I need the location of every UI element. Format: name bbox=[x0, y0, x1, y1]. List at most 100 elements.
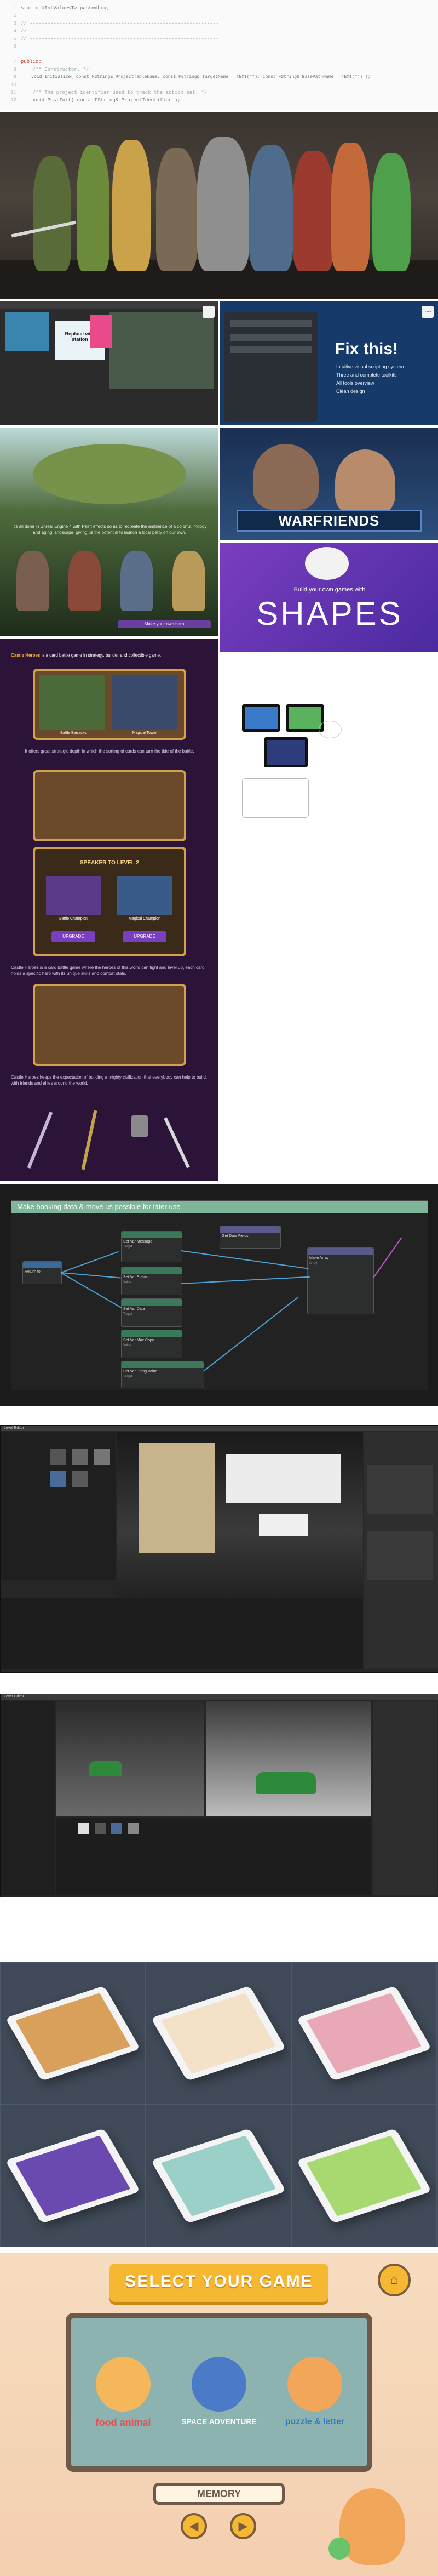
node-header bbox=[122, 1267, 182, 1274]
blueprint-node[interactable]: Get Data Fields bbox=[220, 1226, 281, 1249]
code-line: 4// ... bbox=[13, 29, 39, 34]
scene-object bbox=[259, 1514, 308, 1536]
hero-card-label: Battle Champion bbox=[59, 917, 88, 921]
blueprint-node[interactable]: Set Var Max Copy Value bbox=[121, 1330, 182, 1358]
blueprint-node[interactable]: Make Array Array bbox=[307, 1247, 374, 1314]
gallery-cell bbox=[0, 1962, 146, 2105]
node-header bbox=[122, 1330, 182, 1337]
editor-screenshot: Replace with station bbox=[0, 301, 218, 425]
sketch-icons bbox=[237, 828, 313, 838]
game-tile[interactable]: food animal bbox=[82, 2340, 164, 2444]
arrow-right-icon[interactable]: ▶ bbox=[230, 2513, 256, 2539]
code-panel: 1 static UIntValue<T> passwdbox; 2 3// --… bbox=[0, 0, 438, 110]
blueprint-banner: Make booking data & move us possible for… bbox=[11, 1201, 428, 1213]
game-mode-label[interactable]: MEMORY bbox=[153, 2483, 285, 2505]
ui-bar bbox=[230, 334, 312, 341]
blueprint-node[interactable]: Set Var Message Target bbox=[121, 1231, 182, 1262]
code-line: 11 /** The project identifier used to tr… bbox=[10, 90, 208, 95]
board-label: Battle Barracks bbox=[60, 731, 87, 735]
asset-thumbnail[interactable] bbox=[111, 1823, 122, 1834]
details-panel bbox=[373, 1701, 437, 1895]
node-pin-label: Target bbox=[123, 1375, 132, 1378]
ball-prop bbox=[328, 2538, 350, 2560]
tablet-device bbox=[296, 1986, 432, 2081]
viewport-left[interactable] bbox=[56, 1701, 204, 1816]
card-game-paragraph: Castle Heroes is a card battle game wher… bbox=[11, 965, 205, 976]
content-browser bbox=[56, 1818, 371, 1895]
character-figure bbox=[77, 145, 110, 271]
tournament-panel bbox=[33, 984, 186, 1066]
select-game-banner: SELECT YOUR GAME bbox=[110, 2264, 328, 2302]
node-title: Set Var Status bbox=[123, 1275, 148, 1279]
kitchen-cabinet bbox=[139, 1443, 215, 1553]
game-tile[interactable]: puzzle & letter bbox=[274, 2340, 356, 2444]
card-game-text: is a card battle game in strategy, build… bbox=[41, 653, 162, 658]
code-line: 3// ------------------------------------… bbox=[13, 21, 219, 26]
game-board: food animal SPACE ADVENTURE puzzle & let… bbox=[66, 2313, 372, 2472]
editor-tab[interactable]: Level Editor bbox=[4, 1426, 24, 1430]
asset-thumbnail[interactable] bbox=[128, 1823, 139, 1834]
upgrade-button[interactable]: UPGRADE bbox=[51, 931, 95, 942]
upgrade-button[interactable]: UPGRADE bbox=[123, 931, 166, 942]
hero-figure bbox=[172, 551, 205, 611]
blueprint-wire bbox=[203, 1296, 299, 1372]
node-title: Make Array bbox=[309, 1256, 329, 1260]
warfriends-panel: WARFRIENDS bbox=[220, 428, 438, 540]
ue-logo-icon: Unreal bbox=[422, 306, 434, 318]
food-animal-mascot bbox=[96, 2357, 151, 2412]
asset-thumbnail[interactable] bbox=[50, 1449, 66, 1465]
viewport-right[interactable] bbox=[206, 1701, 371, 1816]
blueprint-graph: Make booking data & move us possible for… bbox=[11, 1200, 428, 1390]
asset-thumbnail[interactable] bbox=[72, 1449, 88, 1465]
tablet-device bbox=[264, 737, 308, 767]
code-line: 1 static UIntValue<T> passwdbox; bbox=[13, 5, 110, 11]
asset-thumbnail[interactable] bbox=[72, 1471, 88, 1487]
tablet-screen bbox=[267, 740, 305, 765]
node-title: Set Var Data bbox=[123, 1307, 145, 1311]
warfriends-logo: WARFRIENDS bbox=[237, 510, 422, 532]
editor-toolbar bbox=[0, 301, 218, 309]
hero-figure bbox=[120, 551, 153, 611]
viewport[interactable] bbox=[117, 1432, 363, 1597]
asset-thumbnail[interactable] bbox=[78, 1823, 89, 1834]
tablet-device bbox=[151, 2128, 286, 2224]
code-line: 9 void Initialize( const FString& Projec… bbox=[14, 75, 371, 79]
hero-roster bbox=[33, 770, 186, 841]
tablet-screen bbox=[289, 707, 321, 729]
space-mascot bbox=[192, 2357, 246, 2412]
sword-weapon-icon bbox=[164, 1117, 190, 1169]
node-header bbox=[122, 1232, 182, 1238]
node-header bbox=[23, 1262, 61, 1268]
upgrade-panel: SPEAKER TO LEVEL 2 Battle Champion Magic… bbox=[33, 847, 186, 956]
blueprint-node[interactable]: Set Var String Value Target bbox=[121, 1361, 204, 1388]
properties-table bbox=[367, 1465, 433, 1514]
game-name: SPACE ADVENTURE bbox=[181, 2417, 257, 2426]
blueprint-node[interactable]: Set Var Data Target bbox=[121, 1298, 182, 1327]
hero-card bbox=[46, 876, 101, 915]
tablet-screen bbox=[160, 2135, 276, 2216]
shapes-mascot bbox=[305, 547, 349, 580]
level-editor-2: Level Editor bbox=[0, 1694, 438, 1897]
card-game-intro: Castle Heroes is a card battle game in s… bbox=[11, 652, 208, 658]
arrow-left-icon[interactable]: ◀ bbox=[181, 2513, 207, 2539]
home-button[interactable]: ⌂ bbox=[378, 2264, 411, 2296]
tablet-screen bbox=[306, 1993, 422, 2074]
asset-thumbnail[interactable] bbox=[50, 1471, 66, 1487]
car-model bbox=[256, 1772, 316, 1794]
hero-figure bbox=[68, 551, 101, 611]
editor-tab[interactable]: Level Editor bbox=[4, 1695, 24, 1699]
tablet-device bbox=[296, 2128, 432, 2224]
character-figure bbox=[249, 145, 293, 271]
moba-tag: Make your own hero bbox=[118, 620, 211, 628]
game-tile[interactable]: SPACE ADVENTURE bbox=[178, 2340, 260, 2444]
character-portrait bbox=[253, 444, 319, 510]
blueprint-node[interactable]: Set Var Status Value bbox=[121, 1267, 182, 1295]
blueprint-wire bbox=[373, 1237, 402, 1279]
gallery-cell bbox=[291, 2105, 437, 2247]
asset-thumbnail[interactable] bbox=[95, 1823, 106, 1834]
shapes-title: SHAPES bbox=[256, 595, 403, 632]
asset-thumbnail[interactable] bbox=[94, 1449, 110, 1465]
hero-card bbox=[117, 876, 172, 915]
gallery-cell bbox=[146, 2105, 291, 2247]
blueprint-node[interactable]: Return to bbox=[22, 1261, 62, 1284]
